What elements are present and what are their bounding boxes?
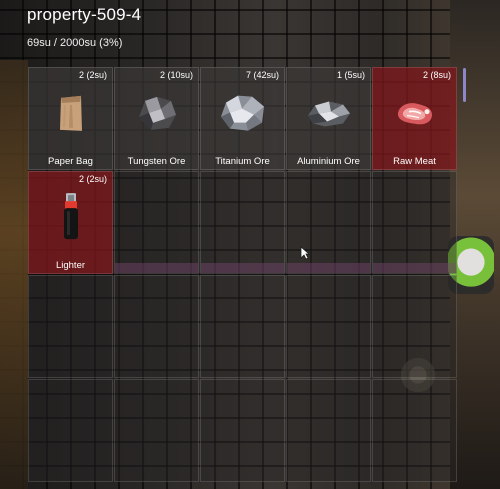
inventory-slot-titanium-ore[interactable]: 7 (42su) Titanium Ore bbox=[200, 67, 285, 170]
inventory-header: property-509-4 69su / 2000su (3%) bbox=[27, 5, 141, 49]
inventory-slot-empty[interactable] bbox=[114, 171, 199, 274]
inventory-slot-empty[interactable] bbox=[114, 379, 199, 482]
mouse-cursor-icon bbox=[300, 246, 311, 265]
background-scene bbox=[0, 60, 28, 489]
inventory-slot-empty[interactable] bbox=[372, 275, 457, 378]
inventory-grid: 2 (2su) Paper Bag 2 (10su) Tungsten Ore bbox=[28, 67, 458, 489]
item-name: Paper Bag bbox=[48, 156, 93, 167]
slot-bar bbox=[201, 263, 284, 273]
inventory-scrollbar[interactable] bbox=[463, 68, 466, 102]
inventory-slot-empty[interactable] bbox=[286, 379, 371, 482]
item-name: Aluminium Ore bbox=[297, 156, 360, 167]
raw-meat-icon bbox=[395, 98, 435, 133]
item-count: 2 (2su) bbox=[78, 70, 107, 80]
inventory-slot-empty[interactable] bbox=[200, 275, 285, 378]
inventory-title: property-509-4 bbox=[27, 5, 142, 24]
paper-bag-icon bbox=[56, 92, 86, 137]
inventory-slot-paper-bag[interactable]: 2 (2su) Paper Bag bbox=[28, 67, 113, 170]
inventory-slot-empty[interactable] bbox=[28, 379, 113, 482]
lighter-icon bbox=[61, 191, 81, 246]
inventory-slot-empty[interactable] bbox=[200, 379, 285, 482]
slot-bar bbox=[115, 263, 198, 273]
slot-bar bbox=[373, 263, 456, 273]
item-name: Titanium Ore bbox=[215, 156, 270, 167]
inventory-slot-lighter[interactable]: 2 (2su) Lighter bbox=[28, 171, 113, 274]
inventory-weight: 69su / 2000su (3%) bbox=[27, 37, 123, 49]
titanium-ore-icon bbox=[218, 90, 268, 139]
item-count: 2 (8su) bbox=[422, 70, 451, 80]
inventory-slot-aluminium-ore[interactable]: 1 (5su) Aluminium Ore bbox=[286, 67, 371, 170]
inventory-slot-empty[interactable] bbox=[372, 171, 457, 274]
inventory-slot-empty[interactable] bbox=[286, 171, 371, 274]
inventory-slot-empty[interactable] bbox=[286, 275, 371, 378]
inventory-slot-tungsten-ore[interactable]: 2 (10su) Tungsten Ore bbox=[114, 67, 199, 170]
inventory-slot-raw-meat[interactable]: 2 (8su) Raw Meat bbox=[372, 67, 457, 170]
item-count: 7 (42su) bbox=[245, 70, 279, 80]
inventory-slot-empty[interactable] bbox=[372, 379, 457, 482]
item-name: Lighter bbox=[55, 260, 86, 271]
item-count: 2 (2su) bbox=[78, 174, 107, 184]
aluminium-ore-icon bbox=[305, 97, 353, 134]
item-name: Raw Meat bbox=[393, 156, 436, 167]
item-count: 1 (5su) bbox=[336, 70, 365, 80]
tungsten-ore-icon bbox=[135, 92, 179, 137]
item-count: 2 (10su) bbox=[159, 70, 193, 80]
inventory-slot-empty[interactable] bbox=[200, 171, 285, 274]
item-name: Tungsten Ore bbox=[127, 156, 186, 167]
inventory-slot-empty[interactable] bbox=[114, 275, 199, 378]
inventory-slot-empty[interactable] bbox=[28, 275, 113, 378]
